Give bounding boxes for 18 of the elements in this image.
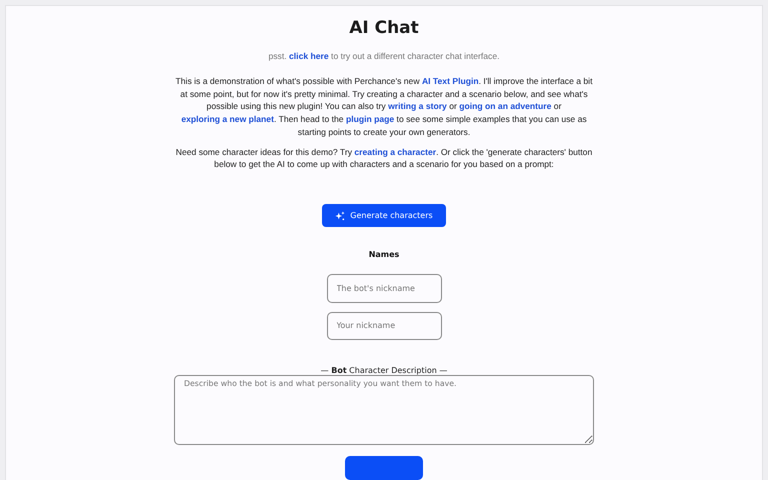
names-heading: Names <box>368 250 400 260</box>
link[interactable]: writing a story <box>388 101 447 112</box>
link[interactable]: plugin page <box>346 114 394 124</box>
link[interactable]: going on an adventure <box>459 101 552 112</box>
generate-button[interactable]: Generate characters <box>322 204 446 228</box>
link[interactable]: AI Text Plugin <box>422 76 479 86</box>
page-title: AI Chat <box>349 18 419 38</box>
nickname-field[interactable]: Your nickname <box>326 312 442 340</box>
nickname-field[interactable]: The bot's nickname <box>326 274 442 303</box>
description-label: — Bot Character Description — <box>320 366 448 375</box>
intro-paragraph: This is a demonstration of what's possible with Perchance's new AI Text Plugin. I'll improve the interface a bit at some point, but for now it's pretty minimal. Try creating a character and a scenario below, and see what's possible using this new plugin! You can also try writing a story or going on an adventure or exploring a new planet. Then head to the plugin page to see some simple examples that you can use as starting points to create your own generators. <box>174 75 594 139</box>
sparkle-icon <box>335 210 346 221</box>
link[interactable]: creating a character <box>354 146 436 157</box>
link[interactable]: click here <box>289 51 329 61</box>
link[interactable]: exploring a new planet <box>181 114 274 124</box>
action-button[interactable] <box>345 456 423 480</box>
notice-text: psst. click here to try out a different character chat interface. <box>268 51 500 61</box>
intro-paragraph: Need some character ideas for this demo? Try creating a character. Or click the 'generate characters' button below to get the AI to come up with characters and a scenario for you based on a prompt: <box>174 146 594 171</box>
